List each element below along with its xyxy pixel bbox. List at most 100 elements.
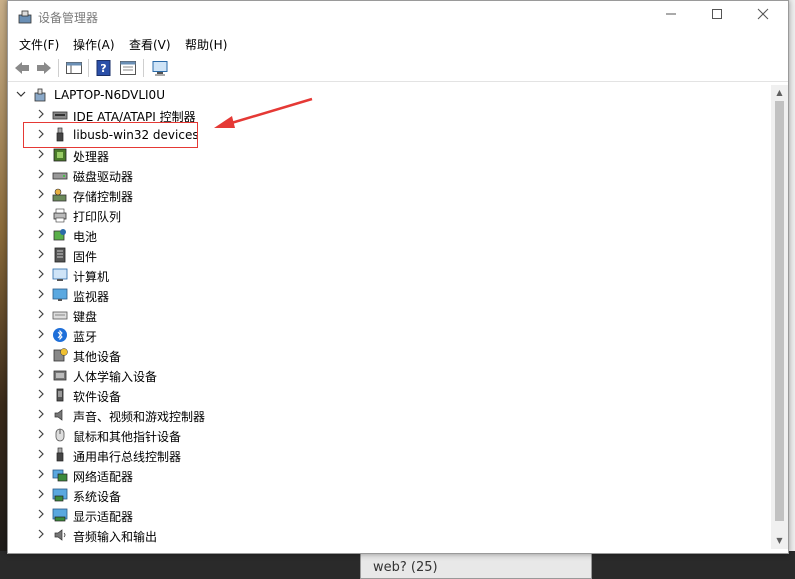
toolbar-separator — [88, 59, 89, 77]
tree-item[interactable]: 鼠标和其他指针设备 — [11, 425, 311, 445]
tree-item[interactable]: 电池 — [11, 225, 311, 245]
tree-item-label: 计算机 — [73, 270, 110, 284]
chevron-right-icon[interactable] — [36, 229, 46, 239]
tree-item[interactable]: 监视器 — [11, 285, 311, 305]
chevron-right-icon[interactable] — [36, 349, 46, 359]
menu-action[interactable]: 操作(A) — [73, 36, 115, 53]
vertical-scrollbar[interactable]: ▲ ▼ — [771, 85, 788, 549]
chevron-right-icon[interactable] — [36, 169, 46, 179]
chevron-right-icon[interactable] — [36, 209, 46, 219]
chevron-right-icon[interactable] — [36, 469, 46, 479]
chevron-down-icon[interactable] — [16, 89, 26, 99]
storage-controller-icon — [52, 188, 67, 202]
tree-item[interactable]: 声音、视频和游戏控制器 — [11, 405, 311, 425]
scroll-thumb[interactable] — [775, 101, 784, 521]
chevron-right-icon[interactable] — [36, 389, 46, 399]
scroll-down-button[interactable]: ▼ — [771, 533, 788, 549]
computer-root-icon — [34, 88, 46, 102]
chevron-right-icon[interactable] — [36, 369, 46, 379]
tree-item[interactable]: 计算机 — [11, 265, 311, 285]
chevron-right-icon[interactable] — [36, 529, 46, 539]
other-devices-icon — [53, 348, 68, 362]
chevron-right-icon[interactable] — [36, 189, 46, 199]
tree-item[interactable]: 打印队列 — [11, 205, 311, 225]
tree-item-label: 蓝牙 — [73, 330, 98, 344]
tree-item[interactable]: 固件 — [11, 245, 311, 265]
tree-item-label: 软件设备 — [73, 390, 122, 404]
tree-item[interactable]: 存储控制器 — [11, 185, 311, 205]
chevron-right-icon[interactable] — [36, 269, 46, 279]
root-label: LAPTOP-N6DVLI0U — [54, 88, 165, 102]
disk-drive-icon — [52, 172, 68, 180]
network-adapter-icon — [52, 469, 68, 482]
chevron-right-icon[interactable] — [36, 289, 46, 299]
chevron-right-icon[interactable] — [36, 409, 46, 419]
tree-item[interactable]: 磁盘驱动器 — [11, 165, 311, 185]
toolbar-separator — [143, 59, 144, 77]
chevron-right-icon[interactable] — [36, 489, 46, 499]
back-icon[interactable] — [13, 59, 31, 77]
tree-item-label: 音频输入和输出 — [73, 530, 158, 544]
taskbar-item[interactable]: web? (25) — [360, 551, 592, 579]
show-hide-console-tree-icon[interactable] — [65, 59, 83, 77]
minimize-icon — [666, 13, 676, 15]
display-adapter-icon — [52, 508, 68, 522]
tree-item-label: 电池 — [73, 230, 98, 244]
scroll-up-button[interactable]: ▲ — [771, 85, 788, 101]
tree-item-label: 磁盘驱动器 — [73, 170, 134, 184]
highlight-box — [23, 122, 198, 148]
taskbar-item-label: web? (25) — [373, 560, 438, 575]
tree-item[interactable]: 音频输入和输出 — [11, 525, 311, 545]
system-device-icon — [52, 488, 68, 502]
forward-icon[interactable] — [35, 59, 53, 77]
close-icon — [757, 8, 769, 20]
tree-item-label: 打印队列 — [73, 210, 122, 224]
maximize-button[interactable] — [694, 1, 740, 31]
tree-item[interactable]: 处理器 — [11, 145, 311, 165]
tree-item-label: 处理器 — [73, 150, 110, 164]
chevron-right-icon[interactable] — [36, 309, 46, 319]
bluetooth-icon — [53, 328, 67, 342]
printer-icon — [53, 208, 67, 223]
minimize-button[interactable] — [648, 1, 694, 31]
tree-item-label: 系统设备 — [73, 490, 122, 504]
scan-hardware-changes-icon[interactable] — [151, 59, 169, 77]
tree-item[interactable]: 网络适配器 — [11, 465, 311, 485]
chevron-right-icon[interactable] — [36, 329, 46, 339]
toolbar-separator — [58, 59, 59, 77]
tree-item-label: 人体学输入设备 — [73, 370, 158, 384]
menu-bar: 文件(F) 操作(A) 查看(V) 帮助(H) — [8, 33, 788, 53]
chevron-right-icon[interactable] — [36, 109, 46, 119]
tree-item[interactable]: 蓝牙 — [11, 325, 311, 345]
device-manager-window: 设备管理器 文件(F) 操作(A) 查看(V) 帮助(H) ? LAPTOP-N… — [7, 0, 789, 554]
title-bar[interactable]: 设备管理器 — [8, 1, 788, 33]
chevron-right-icon[interactable] — [36, 509, 46, 519]
tree-item-label: 其他设备 — [73, 350, 122, 364]
menu-view[interactable]: 查看(V) — [129, 36, 171, 53]
menu-file[interactable]: 文件(F) — [19, 36, 59, 53]
tree-item[interactable]: 键盘 — [11, 305, 311, 325]
chevron-right-icon[interactable] — [36, 149, 46, 159]
chevron-right-icon[interactable] — [36, 429, 46, 439]
battery-icon — [53, 229, 66, 241]
tree-item[interactable]: 系统设备 — [11, 485, 311, 505]
close-button[interactable] — [740, 1, 786, 31]
chevron-right-icon[interactable] — [36, 449, 46, 459]
tree-item[interactable]: 显示适配器 — [11, 505, 311, 525]
menu-help[interactable]: 帮助(H) — [185, 36, 227, 53]
properties-icon[interactable] — [119, 59, 137, 77]
computer-icon — [52, 268, 68, 281]
tree-item[interactable]: 软件设备 — [11, 385, 311, 405]
tree-item-label: 声音、视频和游戏控制器 — [73, 410, 206, 424]
tree-item-label: 显示适配器 — [73, 510, 134, 524]
tree-item[interactable]: 人体学输入设备 — [11, 365, 311, 385]
help-icon[interactable]: ? — [95, 59, 113, 77]
tree-item[interactable]: 通用串行总线控制器 — [11, 445, 311, 465]
chevron-right-icon[interactable] — [36, 249, 46, 259]
taskbar: web? (25) — [0, 551, 795, 579]
annotation-arrow — [214, 97, 313, 128]
tree-item-label: 固件 — [73, 250, 98, 264]
tree-item-label: 键盘 — [73, 310, 98, 324]
tree-item[interactable]: 其他设备 — [11, 345, 311, 365]
device-tree: LAPTOP-N6DVLI0U IDE ATA/ATAPI 控制器 libusb-… — [11, 85, 771, 550]
